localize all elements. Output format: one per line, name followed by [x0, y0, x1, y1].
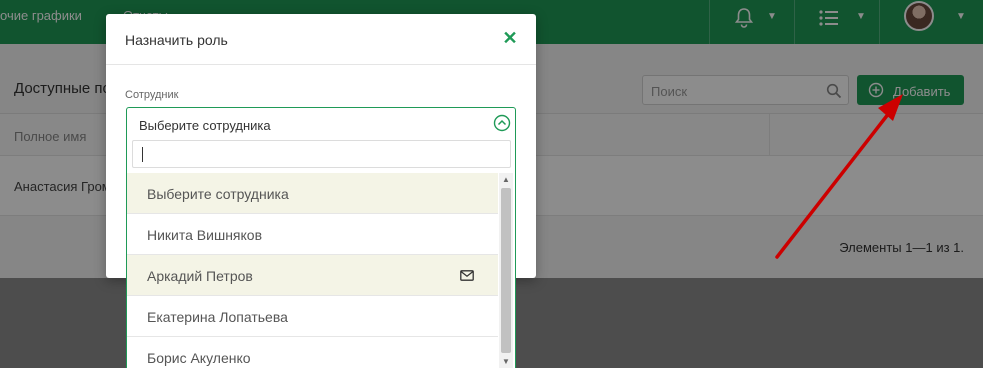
close-icon[interactable]: ✕ — [501, 29, 519, 47]
option-label: Екатерина Лопатьева — [147, 309, 288, 325]
list-item[interactable]: Никита Вишняков — [127, 214, 498, 255]
option-label: Борис Акуленко — [147, 350, 251, 366]
modal-header: Назначить роль ✕ — [106, 14, 536, 65]
list-item[interactable]: Аркадий Петров — [127, 255, 498, 296]
list-item[interactable]: Екатерина Лопатьева — [127, 296, 498, 337]
chevron-up-icon[interactable] — [493, 114, 511, 132]
option-list: Выберите сотрудника Никита Вишняков Арка… — [127, 173, 498, 368]
text-caret — [142, 147, 143, 162]
employee-field-label: Сотрудник — [125, 89, 179, 101]
scrollbar-thumb[interactable] — [501, 188, 511, 353]
list-item[interactable]: Выберите сотрудника — [127, 173, 498, 214]
option-label: Выберите сотрудника — [147, 186, 289, 202]
modal-title: Назначить роль — [125, 32, 228, 48]
list-item[interactable]: Борис Акуленко — [127, 337, 498, 368]
scroll-up-arrow[interactable]: ▲ — [499, 173, 513, 187]
option-label: Аркадий Петров — [147, 268, 253, 284]
option-label: Никита Вишняков — [147, 227, 263, 243]
mail-icon — [460, 270, 474, 281]
employee-select[interactable]: Выберите сотрудника Выберите сотрудника … — [126, 107, 516, 368]
select-search-input[interactable] — [132, 140, 511, 168]
scroll-down-arrow[interactable]: ▼ — [499, 355, 513, 368]
scrollbar[interactable]: ▲ ▼ — [499, 173, 513, 368]
select-current-value: Выберите сотрудника — [139, 118, 271, 133]
